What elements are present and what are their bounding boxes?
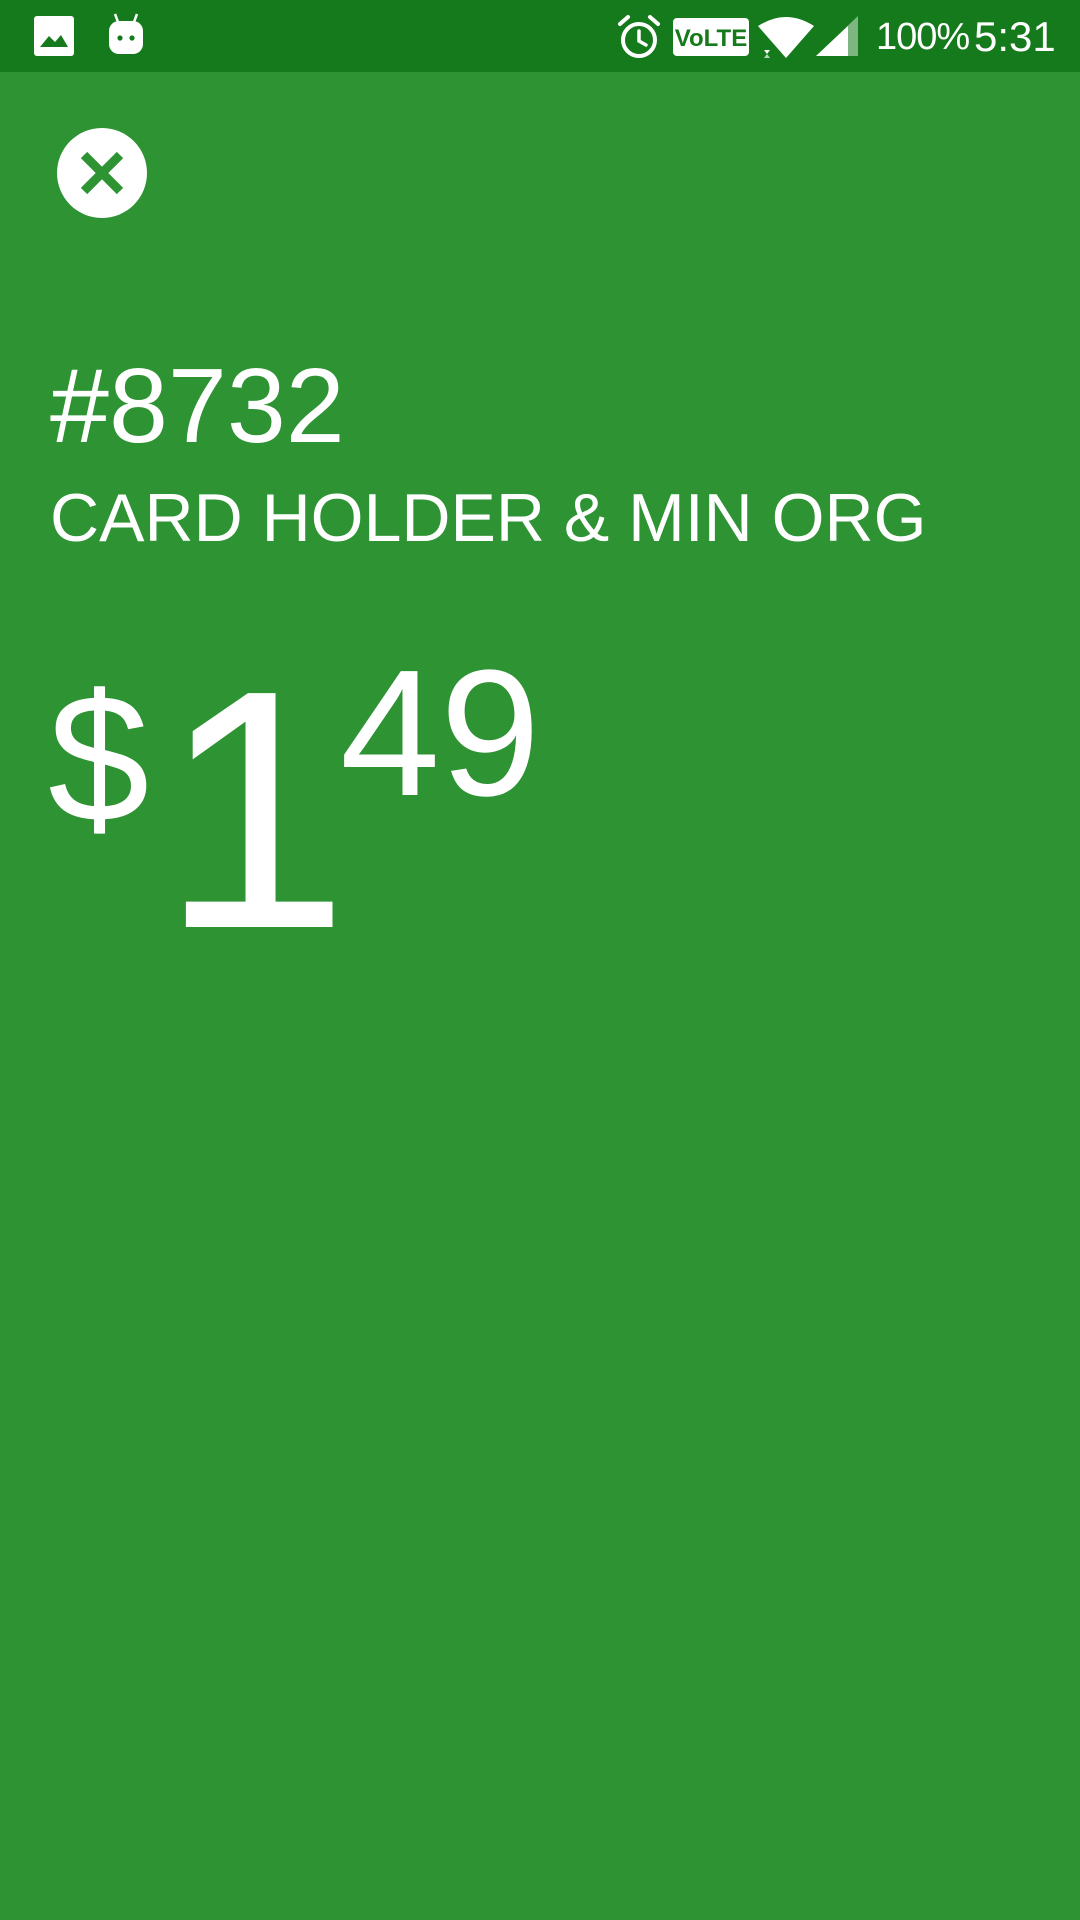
amount-cents: 49 [340,633,541,834]
transaction-amount: $ 1 49 [0,0,1080,1000]
amount-dollars: 1 [160,620,350,1000]
currency-symbol: $ [48,656,150,860]
